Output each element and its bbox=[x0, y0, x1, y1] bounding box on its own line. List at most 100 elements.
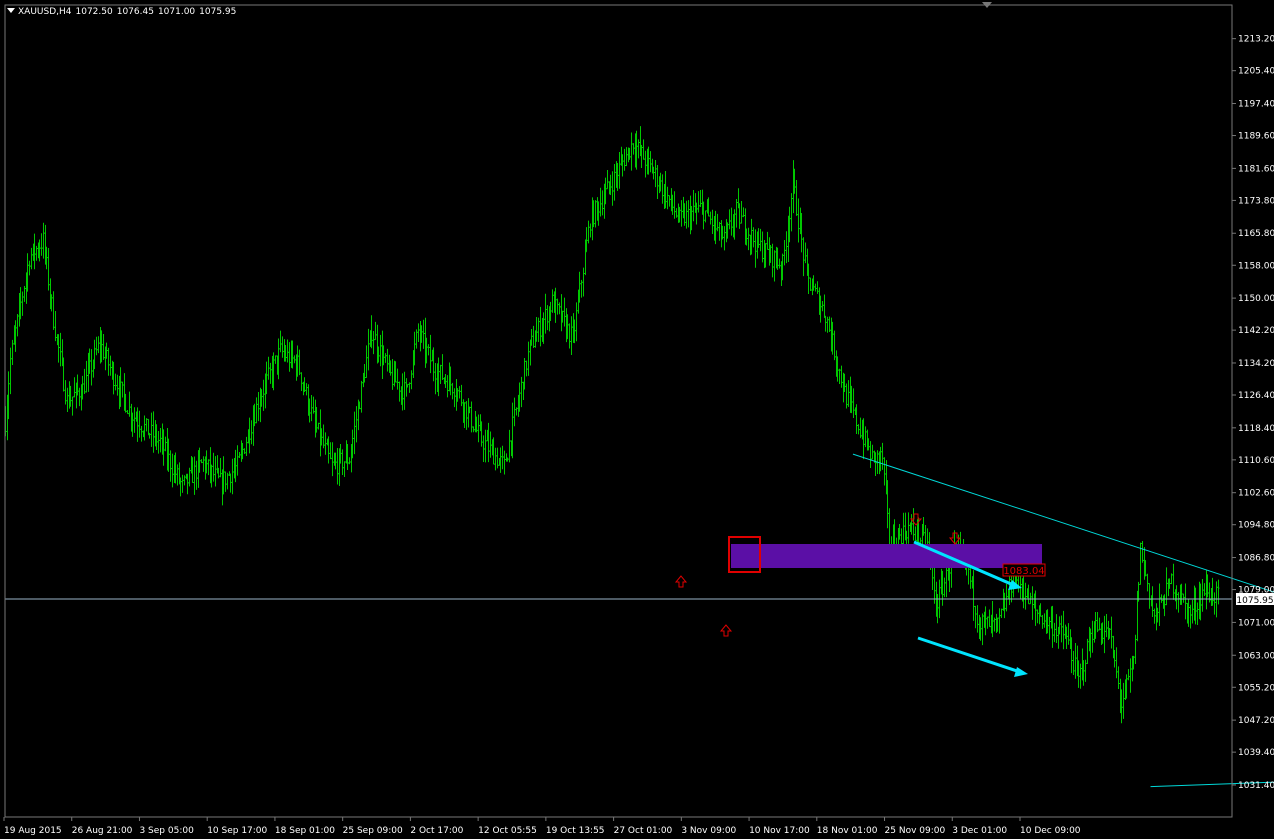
shift-marker-icon[interactable] bbox=[982, 2, 992, 8]
candle bbox=[1153, 608, 1156, 624]
candle bbox=[575, 302, 578, 342]
candle bbox=[525, 360, 528, 377]
candle bbox=[790, 193, 793, 232]
candle bbox=[823, 294, 826, 318]
candle bbox=[229, 473, 232, 493]
candle bbox=[207, 459, 210, 476]
collapse-triangle-icon[interactable] bbox=[7, 8, 15, 13]
candle bbox=[408, 382, 411, 393]
candle bbox=[840, 365, 843, 388]
candle bbox=[845, 383, 848, 409]
upper-trendline[interactable] bbox=[852, 453, 1274, 700]
candle bbox=[343, 461, 346, 478]
candle bbox=[632, 143, 635, 155]
candle bbox=[1151, 586, 1154, 617]
candle bbox=[169, 450, 172, 482]
candle bbox=[618, 151, 621, 189]
candle bbox=[1170, 573, 1173, 585]
candle bbox=[219, 457, 222, 478]
candle bbox=[907, 512, 910, 544]
candle bbox=[759, 228, 762, 252]
candle bbox=[809, 277, 812, 292]
price-chart[interactable]: 1083.04 1213.20 1205.40 1197.40 1189.60 1181… bbox=[0, 0, 1274, 839]
candle bbox=[852, 388, 855, 418]
y-tick-label: 1150.00 bbox=[1238, 294, 1274, 304]
candle bbox=[152, 411, 155, 453]
candle bbox=[484, 429, 487, 463]
candle bbox=[257, 392, 260, 422]
candle bbox=[398, 381, 401, 402]
y-tick-label: 1189.60 bbox=[1238, 132, 1274, 142]
candle bbox=[826, 316, 829, 333]
candle bbox=[1203, 583, 1206, 596]
candle bbox=[360, 380, 363, 413]
candle bbox=[1053, 622, 1056, 643]
candle bbox=[212, 452, 215, 482]
candle bbox=[1117, 666, 1120, 690]
candle bbox=[384, 353, 387, 363]
candle bbox=[606, 170, 609, 190]
y-tick-label: 1197.40 bbox=[1238, 100, 1274, 110]
up-arrow-marker-2 bbox=[719, 624, 733, 637]
y-tick-label: 1063.00 bbox=[1238, 651, 1274, 661]
x-tick-label: 10 Dec 09:00 bbox=[1020, 826, 1081, 836]
candle bbox=[171, 453, 174, 488]
candle bbox=[883, 457, 886, 486]
candle bbox=[1031, 586, 1034, 620]
candle bbox=[202, 456, 205, 472]
y-tick-label: 1086.80 bbox=[1238, 554, 1274, 564]
candle bbox=[699, 189, 702, 208]
candle bbox=[778, 258, 781, 269]
candle bbox=[685, 200, 688, 229]
candle bbox=[446, 375, 449, 398]
candle bbox=[1079, 663, 1082, 689]
candle bbox=[1217, 579, 1220, 605]
candle bbox=[864, 426, 867, 448]
candle bbox=[1041, 615, 1044, 629]
candle bbox=[1189, 604, 1192, 629]
candle bbox=[520, 376, 523, 408]
candle bbox=[599, 187, 602, 217]
candle bbox=[267, 356, 270, 380]
candle bbox=[673, 191, 676, 219]
candle bbox=[668, 195, 671, 207]
candle bbox=[1196, 602, 1199, 625]
candle bbox=[434, 363, 437, 395]
candle bbox=[969, 568, 972, 589]
candle bbox=[656, 164, 659, 199]
candle bbox=[147, 418, 150, 436]
candle bbox=[847, 380, 850, 407]
candle bbox=[429, 334, 432, 374]
candle bbox=[21, 291, 24, 316]
candle bbox=[138, 410, 141, 438]
x-tick-label: 18 Nov 01:00 bbox=[817, 826, 878, 836]
candle bbox=[661, 174, 664, 204]
candle bbox=[145, 418, 148, 432]
candle bbox=[312, 396, 315, 414]
y-tick-label: 1205.40 bbox=[1238, 67, 1274, 77]
candle bbox=[245, 436, 248, 456]
candle bbox=[869, 441, 872, 468]
candle bbox=[195, 460, 198, 490]
y-tick-label: 1039.40 bbox=[1238, 748, 1274, 758]
candle bbox=[1084, 659, 1087, 682]
candle bbox=[1115, 647, 1118, 679]
candle bbox=[9, 347, 12, 395]
candle bbox=[403, 371, 406, 410]
candle bbox=[126, 409, 129, 415]
candle bbox=[986, 616, 989, 629]
candle bbox=[35, 245, 38, 261]
candle bbox=[998, 608, 1001, 634]
symbol-label: XAUUSD,H4 bbox=[18, 7, 72, 17]
candle bbox=[1213, 592, 1216, 615]
supply-zone[interactable] bbox=[731, 544, 1042, 568]
candle bbox=[23, 285, 26, 302]
candle bbox=[1172, 563, 1175, 600]
x-tick-label: 10 Nov 17:00 bbox=[749, 826, 810, 836]
candle bbox=[625, 147, 628, 167]
y-tick-label: 1173.80 bbox=[1238, 196, 1274, 206]
candle bbox=[544, 293, 547, 334]
candle bbox=[181, 474, 184, 493]
lower-arrow[interactable] bbox=[917, 636, 1028, 677]
candle bbox=[838, 368, 841, 384]
